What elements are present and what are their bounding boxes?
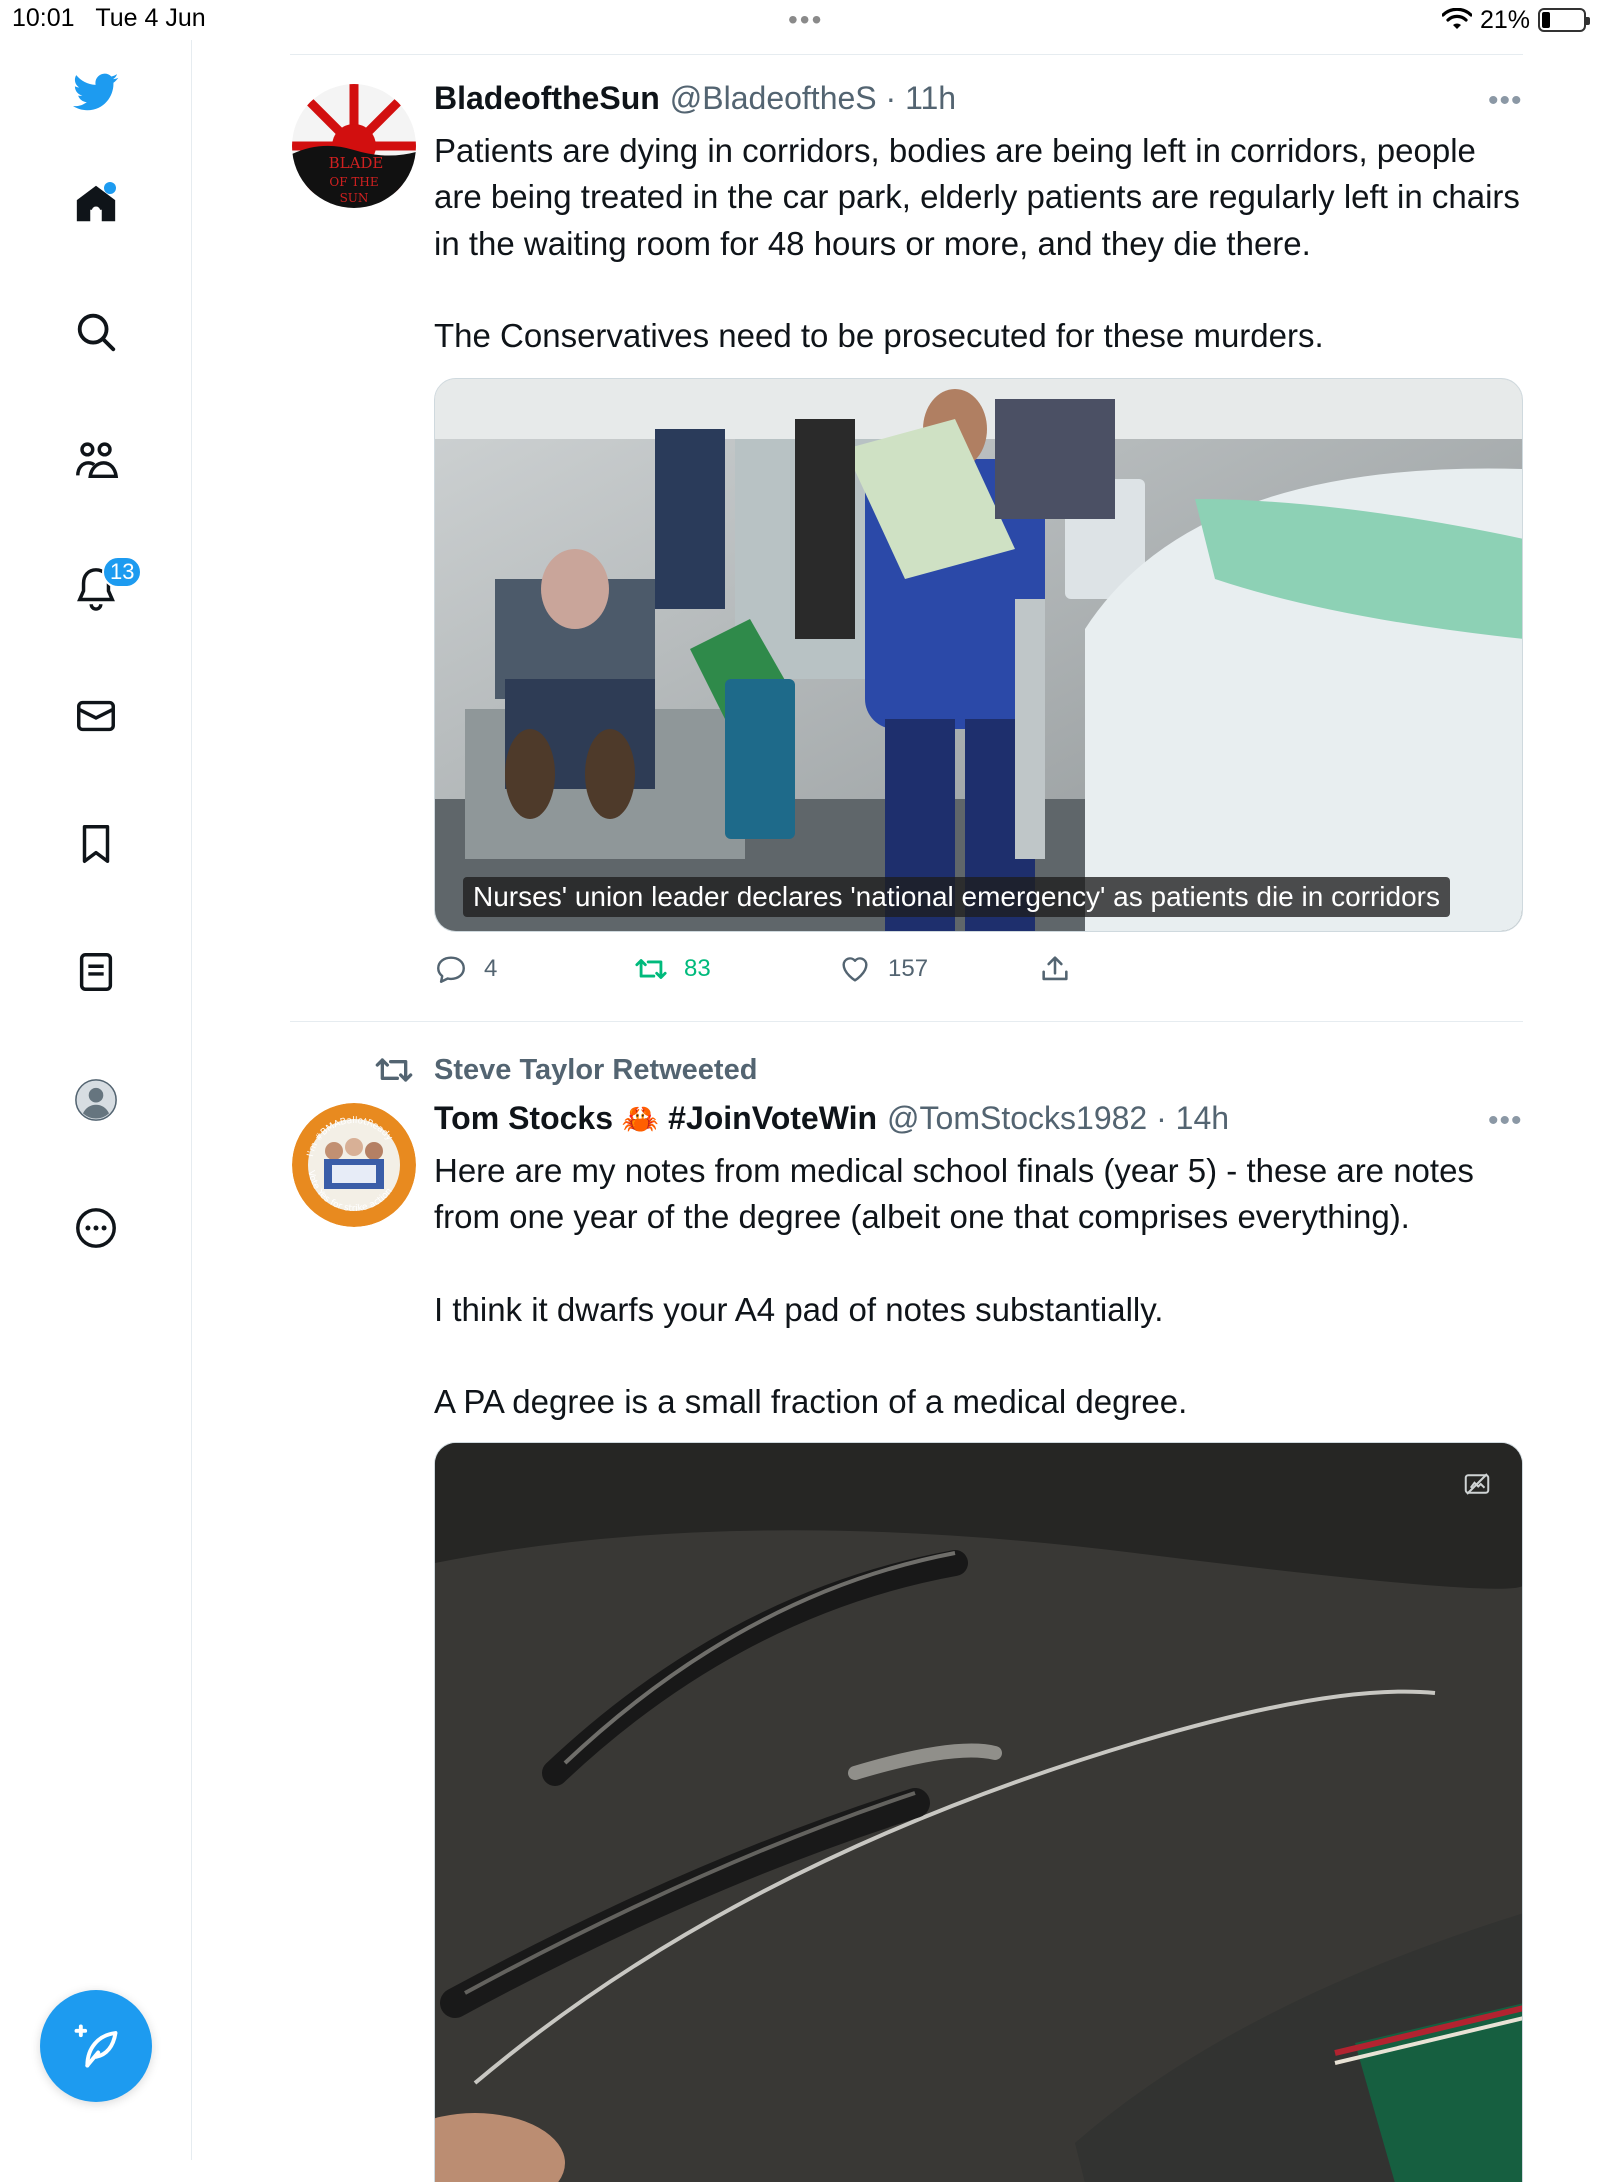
communities-icon: [76, 442, 119, 479]
svg-text:BLADE: BLADE: [329, 154, 384, 172]
video-caption: Nurses' union leader declares 'national …: [463, 877, 1450, 917]
sidebar-item-more[interactable]: [62, 1194, 130, 1262]
multitask-dots[interactable]: •••: [788, 4, 823, 36]
bookmark-icon: [82, 825, 110, 863]
reply-count: 4: [484, 955, 498, 982]
timeline-divider: [290, 54, 1523, 55]
retweeted-by-text: Steve Taylor Retweeted: [434, 1053, 758, 1086]
retweeted-by[interactable]: Steve Taylor Retweeted: [374, 1050, 757, 1090]
crab-emoji: 🦀: [621, 1103, 660, 1136]
twitter-logo[interactable]: [62, 58, 130, 126]
retweet-icon: [635, 959, 667, 979]
tweet-actions: 4 83 157: [434, 952, 1523, 992]
sensitive-content-icon[interactable]: [1462, 1469, 1492, 1499]
heart-icon: [842, 957, 868, 982]
home-notification-dot: [104, 182, 116, 194]
hospital-corridor-image: [435, 379, 1522, 931]
avatar-blade-of-the-sun: BLADE OF THE SUN: [292, 84, 416, 208]
status-time: 10:01 Tue 4 Jun: [12, 4, 206, 32]
timeline-divider: [290, 1021, 1523, 1022]
share-icon: [1042, 956, 1068, 981]
tweet-header: Tom Stocks 🦀 #JoinVoteWin @TomStocks1982…: [434, 1100, 1229, 1137]
share-button[interactable]: [1038, 952, 1072, 986]
sidebar-item-profile[interactable]: [62, 1066, 130, 1134]
retweet-count: 83: [684, 955, 711, 982]
status-right: 21%: [1441, 4, 1590, 36]
handle-and-time[interactable]: @BladeoftheS · 11h: [670, 80, 956, 117]
tweet-media-image[interactable]: [434, 1442, 1523, 2182]
svg-text:OF THE: OF THE: [329, 175, 378, 189]
tweet-paragraph: Patients are dying in corridors, bodies …: [434, 132, 1520, 262]
tweet-paragraph: A PA degree is a small fraction of a med…: [434, 1383, 1188, 1421]
sidebar-item-bookmarks[interactable]: [62, 810, 130, 878]
notifications-count-badge: 13: [102, 556, 143, 588]
reply-button[interactable]: 4: [434, 952, 497, 986]
retweet-button[interactable]: 83: [634, 952, 711, 986]
sidebar-item-communities[interactable]: [62, 426, 130, 494]
more-circle-icon: [76, 1208, 116, 1248]
avatar-bma-ballot-ready: I'm #BMABallotReady Vote Yes for strike …: [292, 1103, 416, 1227]
avatar[interactable]: I'm #BMABallotReady Vote Yes for strike …: [292, 1103, 416, 1227]
more-options-icon[interactable]: •••: [1488, 84, 1523, 118]
search-icon: [77, 313, 116, 352]
handle-and-time[interactable]: @TomStocks1982 · 14h: [887, 1100, 1229, 1137]
more-options-icon[interactable]: •••: [1488, 1104, 1523, 1138]
sidebar-item-explore[interactable]: [62, 298, 130, 366]
like-count: 157: [888, 955, 929, 982]
sidebar-item-lists[interactable]: [62, 938, 130, 1006]
sidebar: 13: [0, 40, 192, 2160]
wifi-icon: [1441, 8, 1472, 29]
tweet-paragraph: Here are my notes from medical school fi…: [434, 1152, 1474, 1236]
battery-level: [1542, 12, 1551, 28]
battery-percent: 21%: [1479, 5, 1530, 34]
notes-folder-image: [435, 1443, 1522, 2182]
lists-icon: [79, 953, 113, 991]
tweet-text: Patients are dying in corridors, bodies …: [434, 128, 1524, 359]
display-name[interactable]: BladeoftheSun: [434, 80, 660, 117]
tweet-media-video[interactable]: Nurses' union leader declares 'national …: [434, 378, 1523, 932]
tweet-header: BladeoftheSun @BladeoftheS · 11h: [434, 80, 956, 117]
tweet-paragraph: I think it dwarfs your A4 pad of notes s…: [434, 1290, 1164, 1328]
battery-icon: [1538, 8, 1590, 32]
avatar[interactable]: BLADE OF THE SUN: [292, 84, 416, 208]
tweet-text: Here are my notes from medical school fi…: [434, 1148, 1524, 1426]
sidebar-item-messages[interactable]: [62, 682, 130, 750]
profile-icon: [75, 1079, 117, 1121]
svg-text:SUN: SUN: [340, 191, 369, 205]
compose-tweet-icon: [74, 2024, 118, 2068]
compose-tweet-button[interactable]: [40, 1990, 152, 2102]
mail-icon: [77, 700, 115, 732]
sidebar-item-notifications[interactable]: 13: [62, 554, 143, 622]
like-button[interactable]: 157: [838, 952, 928, 986]
status-bar: 10:01 Tue 4 Jun ••• 21%: [0, 0, 1620, 40]
twitter-bird-icon: [73, 73, 119, 111]
tweet-paragraph: The Conservatives need to be prosecuted …: [434, 317, 1324, 355]
display-name[interactable]: Tom Stocks 🦀 #JoinVoteWin: [434, 1100, 877, 1137]
sidebar-item-home[interactable]: [62, 170, 130, 238]
reply-icon: [437, 956, 465, 983]
retweet-icon: [375, 1058, 413, 1082]
